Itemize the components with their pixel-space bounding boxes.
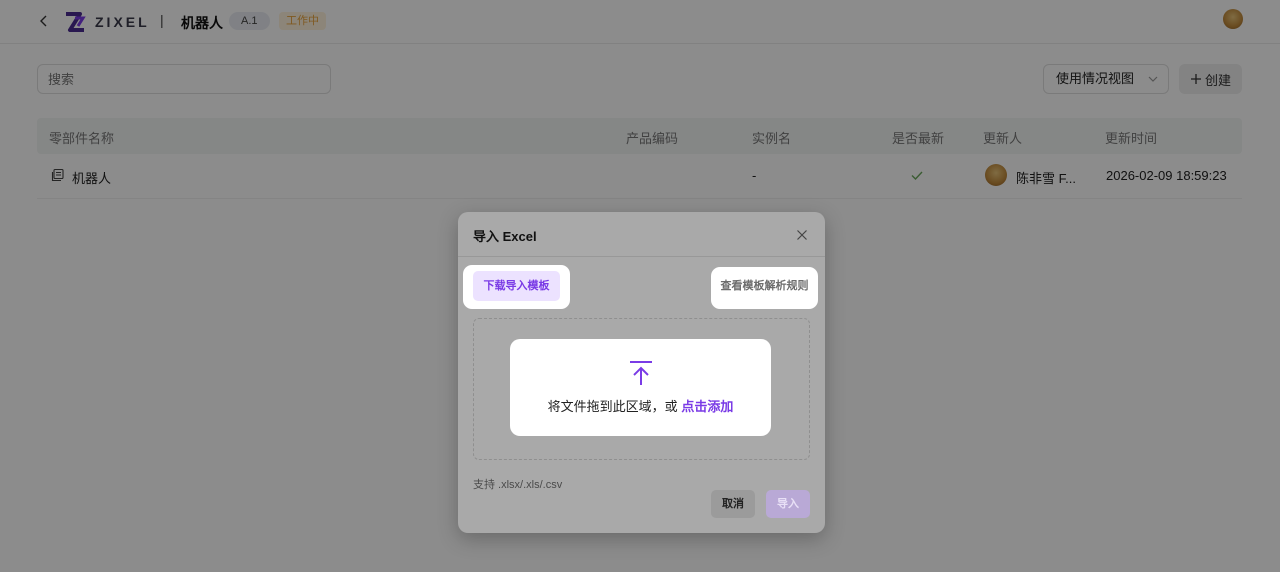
dropzone-text: 将文件拖到此区域，或 点击添加 (510, 396, 771, 415)
upload-icon (630, 361, 652, 385)
import-button[interactable]: 导入 (766, 490, 810, 518)
dropzone-card[interactable]: 将文件拖到此区域，或 点击添加 (510, 339, 771, 436)
import-excel-dialog: 导入 Excel 下载导入模板 查看模板解析规则 将文件拖到此区域，或 点击添加… (458, 212, 825, 533)
dialog-title: 导入 Excel (473, 229, 537, 244)
view-rules-link[interactable]: 查看模板解析规则 (711, 267, 818, 309)
supported-formats-text: 支持 .xlsx/.xls/.csv (473, 479, 563, 491)
cancel-button[interactable]: 取消 (711, 490, 755, 518)
close-icon[interactable] (796, 229, 808, 241)
dropzone-hint: 将文件拖到此区域，或 (547, 399, 678, 414)
download-template-button[interactable]: 下载导入模板 (473, 271, 560, 301)
download-template-highlight: 下载导入模板 (463, 265, 570, 309)
click-to-add-link[interactable]: 点击添加 (681, 399, 733, 414)
dialog-header: 导入 Excel (458, 212, 825, 257)
